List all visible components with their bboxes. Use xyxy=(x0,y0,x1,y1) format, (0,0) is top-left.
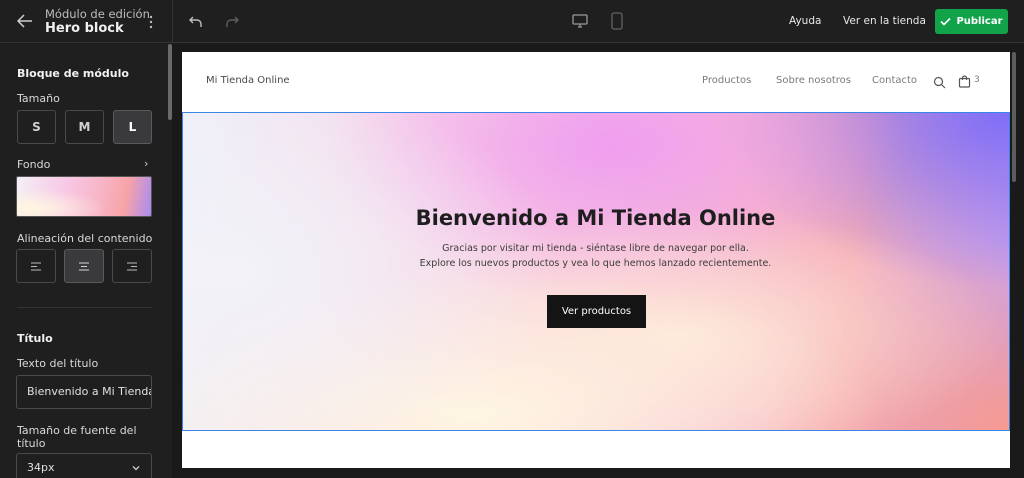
align-center-button[interactable] xyxy=(64,249,104,283)
check-icon xyxy=(940,17,952,26)
module-subtitle: Módulo de edición xyxy=(45,7,150,21)
align-right-icon xyxy=(127,262,137,270)
align-center-icon xyxy=(79,262,89,270)
title-text-input[interactable]: Bienvenido a Mi Tienda Online xyxy=(16,375,152,409)
title-text-label: Texto del título xyxy=(17,357,99,370)
hero-text-line1: Gracias por visitar mi tienda - siéntase… xyxy=(442,243,749,254)
nav-link-about[interactable]: Sobre nosotros xyxy=(776,75,851,86)
hero-heading: Bienvenido a Mi Tienda Online xyxy=(415,206,776,230)
size-button-s[interactable]: S xyxy=(17,110,56,144)
settings-sidebar: Bloque de módulo Tamaño S M L Fondo › Al… xyxy=(0,44,172,478)
view-products-button[interactable]: Ver productos xyxy=(547,295,646,328)
top-bar: Módulo de edición Hero block Ayuda Ver e… xyxy=(0,0,1024,43)
section-divider xyxy=(17,307,152,308)
toolbar-divider xyxy=(172,0,173,43)
hero-block[interactable]: Bienvenido a Mi Tienda Online Gracias po… xyxy=(182,112,1010,431)
cart-count: 3 xyxy=(974,75,980,85)
more-vertical-icon[interactable] xyxy=(146,14,156,30)
chevron-down-icon xyxy=(132,466,140,471)
align-right-button[interactable] xyxy=(112,249,152,283)
arrow-left-icon[interactable] xyxy=(14,11,36,31)
view-store-link[interactable]: Ver en la tienda xyxy=(843,15,926,27)
redo-icon[interactable] xyxy=(223,13,241,31)
module-title: Hero block xyxy=(45,21,124,36)
publish-button[interactable]: Publicar xyxy=(935,9,1008,34)
publish-label: Publicar xyxy=(956,16,1003,27)
help-link[interactable]: Ayuda xyxy=(789,15,821,27)
section-title-module: Bloque de módulo xyxy=(17,67,129,80)
hero-text-line2: Explore los nuevos productos y vea lo qu… xyxy=(419,258,772,269)
undo-icon[interactable] xyxy=(187,13,205,31)
size-label: Tamaño xyxy=(17,92,60,105)
site-navbar: Mi Tienda Online Productos Sobre nosotro… xyxy=(182,52,1010,112)
mobile-preview-icon[interactable] xyxy=(610,12,624,30)
align-left-button[interactable] xyxy=(16,249,56,283)
font-size-select[interactable]: 34px xyxy=(16,453,152,478)
size-button-l[interactable]: L xyxy=(113,110,152,144)
canvas-scrollbar[interactable] xyxy=(1012,52,1016,182)
nav-link-products[interactable]: Productos xyxy=(702,75,751,86)
search-icon[interactable] xyxy=(933,76,946,89)
size-button-m[interactable]: M xyxy=(65,110,104,144)
background-label: Fondo xyxy=(17,158,51,171)
chevron-right-icon[interactable]: › xyxy=(144,157,148,170)
sidebar-scrollbar[interactable] xyxy=(168,44,172,120)
font-size-value: 34px xyxy=(27,461,55,474)
shopping-bag-icon[interactable] xyxy=(958,75,971,88)
alignment-label: Alineación del contenido xyxy=(17,232,153,245)
section-title-title: Título xyxy=(17,332,53,345)
background-swatch[interactable] xyxy=(16,176,152,217)
align-left-icon xyxy=(31,262,41,270)
page-preview: Mi Tienda Online Productos Sobre nosotro… xyxy=(182,52,1010,468)
desktop-preview-icon[interactable] xyxy=(571,13,589,29)
site-brand[interactable]: Mi Tienda Online xyxy=(206,75,290,86)
font-size-label: Tamaño de fuente del título xyxy=(17,424,137,450)
module-titles: Módulo de edición Hero block xyxy=(45,7,150,37)
nav-link-contact[interactable]: Contacto xyxy=(872,75,917,86)
